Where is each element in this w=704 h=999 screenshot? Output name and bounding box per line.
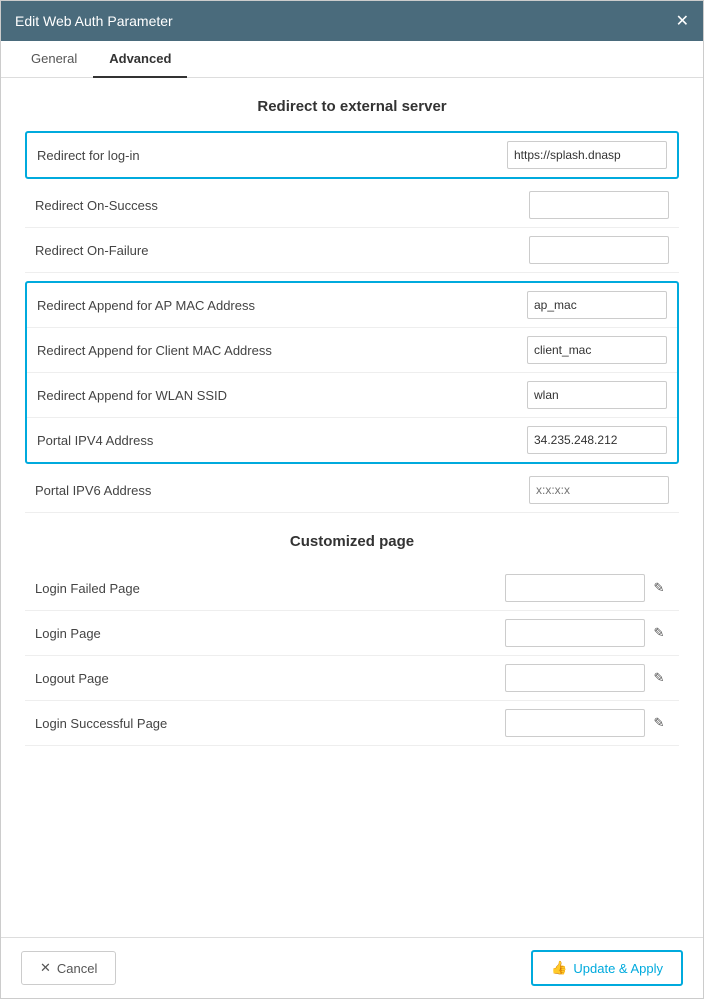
redirect-login-row: Redirect for log-in bbox=[27, 133, 677, 177]
login-success-label: Login Successful Page bbox=[35, 716, 505, 731]
login-page-label: Login Page bbox=[35, 626, 505, 641]
update-label: Update & Apply bbox=[573, 961, 663, 976]
redirect-login-label: Redirect for log-in bbox=[37, 148, 507, 163]
login-failed-label: Login Failed Page bbox=[35, 581, 505, 596]
modal-header: Edit Web Auth Parameter ✕ bbox=[1, 1, 703, 41]
login-failed-edit-icon[interactable]: ✎ bbox=[649, 578, 669, 598]
redirect-failure-label: Redirect On-Failure bbox=[35, 243, 529, 258]
redirect-success-row: Redirect On-Success bbox=[25, 183, 679, 228]
redirect-success-input[interactable] bbox=[529, 191, 669, 219]
mac-portal-group: Redirect Append for AP MAC Address Redir… bbox=[25, 281, 679, 464]
login-success-edit-icon[interactable]: ✎ bbox=[649, 713, 669, 733]
external-server-title: Redirect to external server bbox=[25, 98, 679, 115]
redirect-login-input[interactable] bbox=[507, 141, 667, 169]
logout-page-input[interactable] bbox=[505, 664, 645, 692]
modal-container: Edit Web Auth Parameter ✕ General Advanc… bbox=[0, 0, 704, 999]
logout-page-row: Logout Page ✎ bbox=[25, 656, 679, 701]
tab-advanced[interactable]: Advanced bbox=[93, 41, 187, 78]
login-page-input-group: ✎ bbox=[505, 619, 669, 647]
logout-page-label: Logout Page bbox=[35, 671, 505, 686]
login-success-input-group: ✎ bbox=[505, 709, 669, 737]
wlan-ssid-row: Redirect Append for WLAN SSID bbox=[27, 373, 677, 418]
redirect-failure-input[interactable] bbox=[529, 236, 669, 264]
cancel-icon: ✕ bbox=[40, 960, 51, 976]
login-success-row: Login Successful Page ✎ bbox=[25, 701, 679, 746]
ipv4-label: Portal IPV4 Address bbox=[37, 433, 527, 448]
tab-general[interactable]: General bbox=[15, 41, 93, 78]
customized-page-title: Customized page bbox=[25, 533, 679, 550]
ipv6-input[interactable] bbox=[529, 476, 669, 504]
login-page-row: Login Page ✎ bbox=[25, 611, 679, 656]
close-icon[interactable]: ✕ bbox=[676, 11, 689, 31]
update-apply-button[interactable]: 👍 Update & Apply bbox=[531, 950, 683, 986]
login-success-input[interactable] bbox=[505, 709, 645, 737]
logout-page-edit-icon[interactable]: ✎ bbox=[649, 668, 669, 688]
client-mac-label: Redirect Append for Client MAC Address bbox=[37, 343, 527, 358]
redirect-failure-row: Redirect On-Failure bbox=[25, 228, 679, 273]
update-icon: 👍 bbox=[551, 960, 567, 976]
login-page-input[interactable] bbox=[505, 619, 645, 647]
wlan-ssid-label: Redirect Append for WLAN SSID bbox=[37, 388, 527, 403]
ap-mac-input[interactable] bbox=[527, 291, 667, 319]
ap-mac-label: Redirect Append for AP MAC Address bbox=[37, 298, 527, 313]
login-failed-row: Login Failed Page ✎ bbox=[25, 566, 679, 611]
redirect-login-group: Redirect for log-in bbox=[25, 131, 679, 179]
logout-page-input-group: ✎ bbox=[505, 664, 669, 692]
redirect-success-label: Redirect On-Success bbox=[35, 198, 529, 213]
login-failed-input[interactable] bbox=[505, 574, 645, 602]
ipv4-input[interactable] bbox=[527, 426, 667, 454]
ipv6-row: Portal IPV6 Address bbox=[25, 468, 679, 513]
modal-footer: ✕ Cancel 👍 Update & Apply bbox=[1, 937, 703, 998]
customized-page-section: Login Failed Page ✎ Login Page ✎ Logout … bbox=[25, 566, 679, 746]
cancel-label: Cancel bbox=[57, 961, 97, 976]
modal-body: Redirect to external server Redirect for… bbox=[1, 78, 703, 937]
cancel-button[interactable]: ✕ Cancel bbox=[21, 951, 116, 985]
login-failed-input-group: ✎ bbox=[505, 574, 669, 602]
client-mac-input[interactable] bbox=[527, 336, 667, 364]
login-page-edit-icon[interactable]: ✎ bbox=[649, 623, 669, 643]
client-mac-row: Redirect Append for Client MAC Address bbox=[27, 328, 677, 373]
tabs-container: General Advanced bbox=[1, 41, 703, 78]
ap-mac-row: Redirect Append for AP MAC Address bbox=[27, 283, 677, 328]
ipv4-row: Portal IPV4 Address bbox=[27, 418, 677, 462]
ipv6-label: Portal IPV6 Address bbox=[35, 483, 529, 498]
wlan-ssid-input[interactable] bbox=[527, 381, 667, 409]
modal-title: Edit Web Auth Parameter bbox=[15, 13, 173, 29]
